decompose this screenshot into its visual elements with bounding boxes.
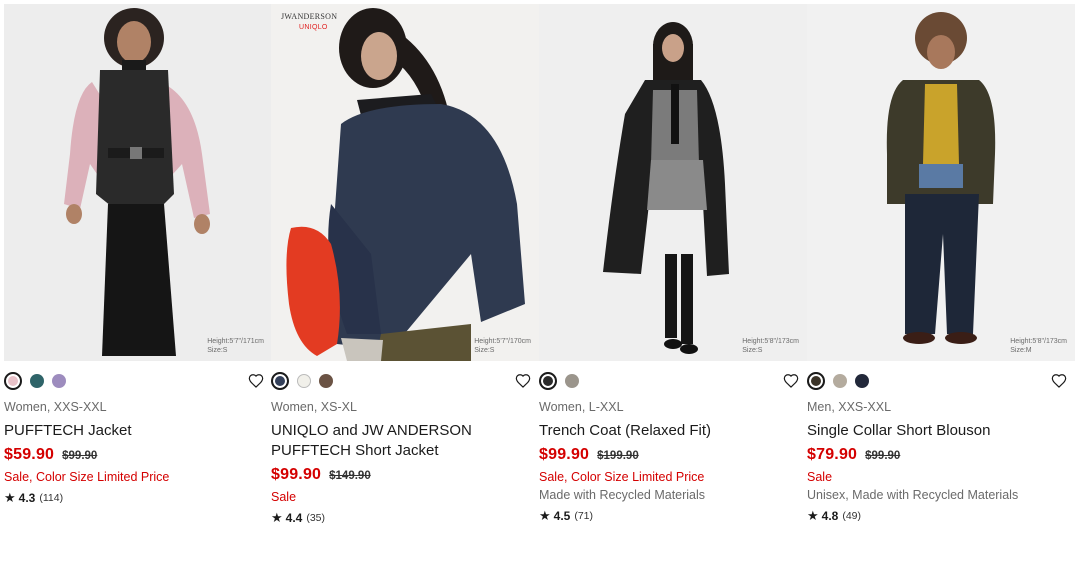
material-note: Made with Recycled Materials xyxy=(539,488,706,502)
color-swatch[interactable] xyxy=(319,374,333,388)
review-count: (114) xyxy=(39,492,64,504)
model-size-note: Height:5'8"/173cm Size:M xyxy=(1010,337,1067,355)
product-image[interactable]: JWANDERSON UNIQLO Height:5'7"/170cm Size… xyxy=(271,4,539,361)
model-height: Height:5'8"/173cm xyxy=(742,338,799,345)
star-icon: ★ xyxy=(4,490,16,505)
original-price: $99.90 xyxy=(62,450,98,462)
original-price: $149.90 xyxy=(329,470,371,482)
rating-score: 4.8 xyxy=(821,509,839,523)
color-swatch[interactable] xyxy=(52,374,66,388)
color-swatch[interactable] xyxy=(833,374,847,388)
promo-label: Sale, Color Size Limited Price xyxy=(4,470,170,484)
sale-price: $99.90 xyxy=(271,466,322,483)
product-name[interactable]: Trench Coat (Relaxed Fit) xyxy=(539,421,807,441)
product-card[interactable]: Height:5'8"/173cm Size:S Women, L-XXL Tr… xyxy=(539,0,807,524)
heart-outline-icon[interactable] xyxy=(515,373,531,389)
color-swatches xyxy=(539,369,807,393)
product-image[interactable]: Height:5'8"/173cm Size:S xyxy=(539,4,807,361)
model-size-note: Height:5'7"/171cm Size:S xyxy=(207,337,264,355)
review-count: (49) xyxy=(842,510,862,522)
material-note: Unisex, Made with Recycled Materials xyxy=(807,488,1019,502)
model-height: Height:5'7"/171cm xyxy=(207,338,264,345)
product-image[interactable]: Height:5'7"/171cm Size:S xyxy=(4,4,272,361)
product-gender-size: Women, L-XXL xyxy=(539,400,624,414)
product-name[interactable]: PUFFTECH Jacket xyxy=(4,421,272,441)
price-row: $99.90 $149.90 xyxy=(271,466,539,488)
product-name[interactable]: UNIQLO and JW ANDERSON PUFFTECH Short Ja… xyxy=(271,421,539,461)
color-swatch[interactable] xyxy=(855,374,869,388)
rating: ★ 4.5 (71) xyxy=(539,508,807,524)
model-size: Size:S xyxy=(742,347,763,354)
product-card[interactable]: JWANDERSON UNIQLO Height:5'7"/170cm Size… xyxy=(271,0,539,526)
color-swatch[interactable] xyxy=(4,372,22,390)
color-swatches xyxy=(271,369,539,393)
color-swatch[interactable] xyxy=(565,374,579,388)
color-swatch[interactable] xyxy=(807,372,825,390)
model-height: Height:5'7"/170cm xyxy=(474,338,531,345)
promo-label: Sale xyxy=(807,470,833,484)
model-size: Size:S xyxy=(474,347,495,354)
product-card[interactable]: Height:5'7"/171cm Size:S Women, XXS-XXL … xyxy=(4,0,272,506)
star-icon: ★ xyxy=(807,508,819,523)
model-size-note: Height:5'7"/170cm Size:S xyxy=(474,337,531,355)
model-size-note: Height:5'8"/173cm Size:S xyxy=(742,337,799,355)
price-row: $79.90 $99.90 xyxy=(807,446,1075,468)
original-price: $199.90 xyxy=(597,450,639,462)
rating: ★ 4.3 (114) xyxy=(4,490,272,506)
promo-label: Sale, Color Size Limited Price xyxy=(539,470,705,484)
product-gender-size: Men, XXS-XXL xyxy=(807,400,892,414)
heart-outline-icon[interactable] xyxy=(248,373,264,389)
color-swatch[interactable] xyxy=(30,374,44,388)
product-image[interactable]: Height:5'8"/173cm Size:M xyxy=(807,4,1075,361)
heart-outline-icon[interactable] xyxy=(1051,373,1067,389)
brand-logo: JWANDERSON UNIQLO xyxy=(281,12,337,31)
color-swatch[interactable] xyxy=(539,372,557,390)
product-name[interactable]: Single Collar Short Blouson xyxy=(807,421,1075,441)
promo-label: Sale xyxy=(271,490,297,504)
rating-score: 4.5 xyxy=(553,509,571,523)
brand-logo-sub: UNIQLO xyxy=(299,24,328,31)
sale-price: $79.90 xyxy=(807,446,858,463)
star-icon: ★ xyxy=(539,508,551,523)
color-swatches xyxy=(807,369,1075,393)
model-height: Height:5'8"/173cm xyxy=(1010,338,1067,345)
star-icon: ★ xyxy=(271,510,283,525)
model-size: Size:S xyxy=(207,347,228,354)
brand-logo-text: JWANDERSON xyxy=(281,12,338,21)
model-size: Size:M xyxy=(1010,347,1032,354)
rating: ★ 4.4 (35) xyxy=(271,510,539,526)
review-count: (71) xyxy=(574,510,594,522)
sale-price: $99.90 xyxy=(539,446,590,463)
color-swatches xyxy=(4,369,272,393)
price-row: $99.90 $199.90 xyxy=(539,446,807,468)
product-card[interactable]: Height:5'8"/173cm Size:M Men, XXS-XXL Si… xyxy=(807,0,1075,524)
rating: ★ 4.8 (49) xyxy=(807,508,1075,524)
heart-outline-icon[interactable] xyxy=(783,373,799,389)
product-grid: Height:5'7"/171cm Size:S Women, XXS-XXL … xyxy=(0,0,1080,561)
product-gender-size: Women, XS-XL xyxy=(271,400,357,414)
color-swatch[interactable] xyxy=(271,372,289,390)
color-swatch[interactable] xyxy=(297,374,311,388)
rating-score: 4.4 xyxy=(285,511,303,525)
review-count: (35) xyxy=(306,512,326,524)
price-row: $59.90 $99.90 xyxy=(4,446,272,468)
original-price: $99.90 xyxy=(865,450,901,462)
sale-price: $59.90 xyxy=(4,446,55,463)
rating-score: 4.3 xyxy=(18,491,36,505)
product-gender-size: Women, XXS-XXL xyxy=(4,400,107,414)
